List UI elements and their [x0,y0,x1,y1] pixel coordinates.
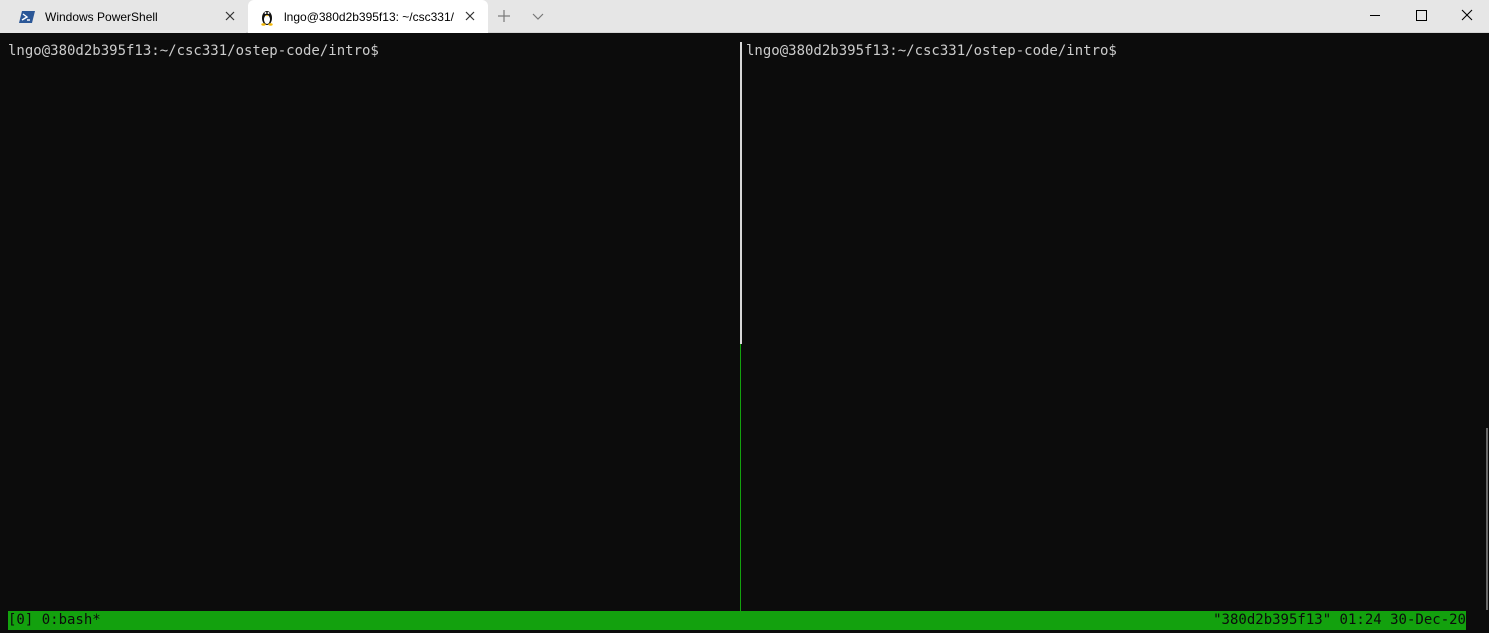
tab-windows-powershell[interactable]: Windows PowerShell [0,0,246,33]
tab-label: lngo@380d2b395f13: ~/csc331/ [284,10,454,24]
scrollbar[interactable] [1486,428,1488,610]
minimize-button[interactable] [1352,0,1398,32]
terminal-pane-right[interactable]: lngo@380d2b395f13:~/csc331/ostep-code/in… [742,33,1489,611]
plus-icon [498,10,510,22]
tab-linux-session[interactable]: lngo@380d2b395f13: ~/csc331/ [248,0,488,33]
status-host-time: "380d2b395f13" 01:24 30-Dec-20 [1213,612,1466,628]
chevron-down-icon [532,13,544,20]
close-tab-icon[interactable] [223,9,237,23]
maximize-button[interactable] [1398,0,1444,32]
tmux-status-bar: [0] 0:bash* "380d2b395f13" 01:24 30-Dec-… [8,611,1466,630]
new-tab-button[interactable] [494,6,514,26]
shell-prompt: lngo@380d2b395f13:~/csc331/ostep-code/in… [8,43,379,59]
maximize-icon [1416,10,1427,21]
powershell-icon [19,10,35,24]
shell-prompt: lngo@380d2b395f13:~/csc331/ostep-code/in… [746,43,1117,59]
close-icon [1461,9,1473,21]
close-tab-icon[interactable] [463,9,477,23]
terminal-pane-left[interactable]: lngo@380d2b395f13:~/csc331/ostep-code/in… [0,33,740,611]
status-window-list: [0] 0:bash* [8,612,101,628]
terminal-window: Windows PowerShell lngo@380d2b395f13: ~/… [0,0,1489,633]
tab-bar: Windows PowerShell lngo@380d2b395f13: ~/… [0,0,1489,33]
linux-penguin-icon [259,8,275,26]
tab-label: Windows PowerShell [45,10,158,24]
minimize-icon [1370,15,1380,16]
close-window-button[interactable] [1444,0,1489,32]
pane-divider-active[interactable] [740,344,741,611]
tab-dropdown-button[interactable] [528,6,548,26]
